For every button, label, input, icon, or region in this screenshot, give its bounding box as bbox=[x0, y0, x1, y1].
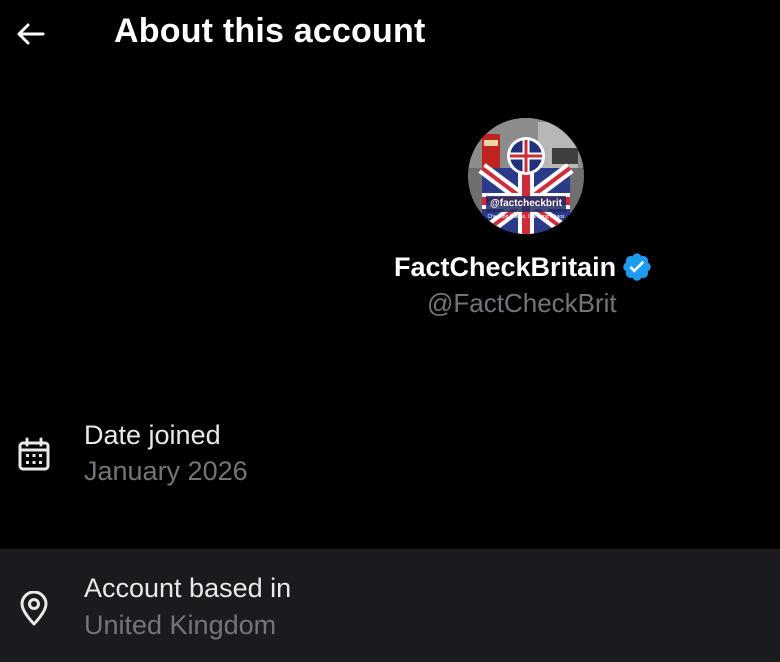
back-button[interactable] bbox=[10, 14, 50, 54]
account-based-in-row: Account based in United Kingdom bbox=[0, 549, 780, 662]
display-name: FactCheckBritain bbox=[394, 251, 617, 282]
account-based-in-value: United Kingdom bbox=[84, 610, 277, 640]
verified-badge-icon bbox=[621, 251, 653, 283]
date-joined-value: January 2026 bbox=[84, 456, 248, 486]
avatar[interactable]: @factcheckbrit Checking Claims, Clarifyi… bbox=[468, 118, 584, 234]
avatar-tagline: Checking Claims, Clarifying Chaos bbox=[488, 214, 565, 220]
arrow-left-icon bbox=[17, 23, 45, 45]
avatar-image: @factcheckbrit Checking Claims, Clarifyi… bbox=[468, 118, 584, 234]
date-joined-row: Date joined January 2026 bbox=[0, 412, 780, 520]
location-pin-icon bbox=[14, 589, 54, 629]
account-based-in-label: Account based in bbox=[84, 573, 292, 603]
header: About this account bbox=[0, 0, 780, 70]
handle: @FactCheckBrit bbox=[427, 288, 617, 318]
name-row: FactCheckBritain bbox=[394, 249, 653, 285]
page-title: About this account bbox=[114, 12, 426, 50]
date-joined-label: Date joined bbox=[84, 420, 221, 450]
calendar-icon bbox=[14, 434, 54, 474]
avatar-overlay-handle: @factcheckbrit bbox=[490, 198, 563, 209]
